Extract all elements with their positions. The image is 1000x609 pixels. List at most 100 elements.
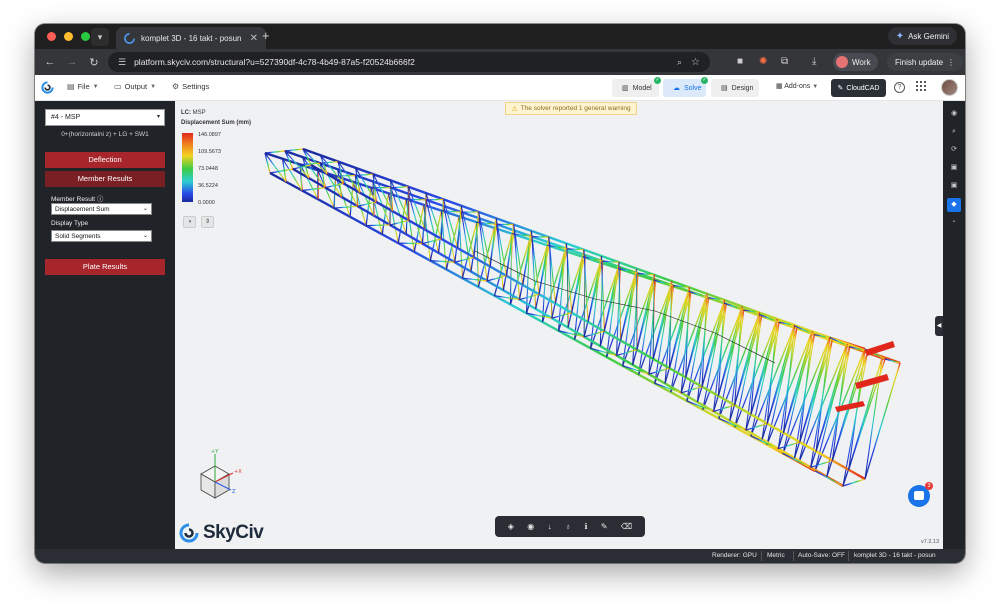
visibility-layers-icon[interactable]: ◈ bbox=[508, 522, 514, 531]
zoom-icon[interactable]: ⌕ bbox=[677, 57, 682, 68]
legend-sort-icon[interactable]: ⇕ bbox=[201, 216, 214, 228]
truss-model-render bbox=[264, 147, 901, 488]
deflection-button[interactable]: Deflection bbox=[45, 152, 165, 168]
chevron-down-icon: ▼ bbox=[92, 83, 99, 90]
units-status[interactable]: Metric bbox=[767, 552, 785, 559]
truss-member bbox=[264, 150, 286, 154]
info-icon[interactable]: ⓘ bbox=[97, 196, 104, 203]
more-vert-icon: ⋮ bbox=[947, 57, 956, 67]
close-tab-icon[interactable]: ✕ bbox=[250, 33, 258, 44]
bulb-icon[interactable]: ♁ bbox=[565, 522, 571, 531]
skyciv-app: ▤ File ▼ ▭ Output ▼ ⚙ Settings ▥ Model ✓… bbox=[35, 75, 965, 563]
file-menu[interactable]: ▤ File ▼ bbox=[67, 82, 99, 91]
model-label: Model bbox=[632, 84, 652, 92]
truss-member bbox=[718, 314, 760, 419]
version-label: v7.2.13 bbox=[921, 539, 940, 545]
warning-text: The solver reported 1 general warning bbox=[520, 105, 631, 112]
model-mode-button[interactable]: ▥ Model ✓ bbox=[612, 77, 661, 97]
tab-title: komplet 3D - 16 takt - posun bbox=[141, 33, 242, 43]
chat-support-button[interactable]: 3 bbox=[908, 482, 933, 507]
finish-update-label: Finish update bbox=[895, 57, 944, 67]
apps-grid-icon[interactable] bbox=[916, 81, 926, 91]
output-menu[interactable]: ▭ Output ▼ bbox=[114, 82, 156, 91]
extensions-puzzle-icon[interactable]: ⧉ bbox=[781, 56, 788, 67]
member-results-button[interactable]: Member Results bbox=[45, 171, 165, 187]
rotate-icon[interactable]: ⟳ bbox=[947, 143, 961, 157]
forward-icon[interactable]: → bbox=[61, 56, 83, 68]
addons-menu[interactable]: ▦ Add-ons ▼ bbox=[776, 82, 818, 90]
eye-icon[interactable]: ◉ bbox=[527, 522, 534, 531]
screenshot-icon[interactable]: ▣ bbox=[947, 179, 961, 193]
url-text: platform.skyciv.com/structural?u=527390d… bbox=[134, 57, 415, 67]
help-icon[interactable]: ? bbox=[894, 82, 905, 93]
truss-member bbox=[734, 314, 760, 428]
address-bar[interactable]: ☰ platform.skyciv.com/structural?u=52739… bbox=[108, 52, 710, 72]
claude-extension-icon[interactable]: ✺ bbox=[759, 56, 767, 67]
member-results-panel: Member Result ⓘ Displacement Sum ⌄ Displ… bbox=[45, 189, 165, 253]
browser-toolbar: ← → ↻ ☰ platform.skyciv.com/structural?u… bbox=[35, 49, 965, 75]
search-icon[interactable]: ⌕ bbox=[947, 125, 961, 139]
skyciv-logo-icon[interactable] bbox=[41, 81, 54, 94]
truss-member bbox=[370, 187, 383, 235]
settings-menu[interactable]: ⚙ Settings bbox=[172, 82, 209, 91]
skyciv-wordmark: SkyCiv bbox=[203, 522, 264, 543]
finish-update-button[interactable]: Finish update ⋮ bbox=[887, 53, 964, 71]
download-icon[interactable]: ⤓ bbox=[812, 56, 816, 67]
more-chevron-icon[interactable]: ⌄ bbox=[947, 214, 961, 228]
collapse-right-panel-icon[interactable]: ◀ bbox=[935, 316, 943, 336]
file-icon: ▤ bbox=[67, 82, 75, 91]
truss-member bbox=[864, 356, 883, 480]
truss-member bbox=[652, 281, 673, 360]
tab-search-chevron-icon[interactable]: ▾ bbox=[91, 28, 109, 46]
profile-chip[interactable]: Work bbox=[833, 53, 878, 71]
pencil-icon[interactable]: ✎ bbox=[601, 522, 608, 531]
load-case-select[interactable]: #4 - MSP ▾ bbox=[45, 109, 165, 126]
design-label: Design bbox=[731, 84, 754, 92]
legend-tick: 109.5673 bbox=[198, 149, 221, 155]
document-icon: ▤ bbox=[721, 85, 728, 92]
monitor-icon: ▭ bbox=[114, 82, 122, 91]
info-icon[interactable]: ℹ bbox=[584, 522, 587, 531]
legend-settings-icon[interactable]: ◑ bbox=[183, 216, 196, 228]
browser-tab-active[interactable]: komplet 3D - 16 takt - posun ✕ bbox=[116, 27, 266, 49]
display-type-select[interactable]: Solid Segments ⌄ bbox=[51, 230, 152, 242]
truss-member bbox=[389, 219, 409, 226]
back-icon[interactable]: ← bbox=[39, 56, 61, 68]
member-result-select[interactable]: Displacement Sum ⌄ bbox=[51, 203, 152, 215]
bookmark-star-icon[interactable]: ☆ bbox=[691, 57, 700, 68]
maximize-window-button[interactable] bbox=[81, 32, 90, 41]
cloudcad-button[interactable]: ✎ CloudCAD bbox=[831, 79, 886, 97]
solver-warning-banner[interactable]: ⚠ The solver reported 1 general warning bbox=[505, 102, 637, 115]
legend-tick-min: 0.0000 bbox=[198, 200, 215, 206]
extension-icon[interactable]: ■ bbox=[737, 56, 743, 67]
camera-icon[interactable]: ▣ bbox=[947, 161, 961, 175]
3d-viewport[interactable]: ⚠ The solver reported 1 general warning … bbox=[175, 101, 943, 549]
user-avatar[interactable] bbox=[941, 79, 958, 96]
legend-tick: 36.5224 bbox=[198, 183, 218, 189]
ask-gemini-button[interactable]: ✦ Ask Gemini bbox=[887, 27, 957, 45]
new-tab-icon[interactable]: + bbox=[262, 28, 270, 44]
view-cube-icon[interactable]: ◆ bbox=[947, 198, 961, 212]
minimize-window-button[interactable] bbox=[64, 32, 73, 41]
solve-mode-button[interactable]: ☁ Solve ✓ bbox=[663, 77, 708, 97]
plate-results-button[interactable]: Plate Results bbox=[45, 259, 165, 275]
truss-member bbox=[638, 285, 672, 375]
profile-label: Work bbox=[852, 57, 871, 67]
eraser-icon[interactable]: ⌫ bbox=[621, 522, 632, 531]
window-controls bbox=[47, 32, 90, 41]
ask-gemini-label: Ask Gemini bbox=[908, 31, 949, 41]
skyciv-favicon-icon bbox=[124, 32, 135, 44]
autosave-status[interactable]: Auto-Save: OFF bbox=[798, 552, 845, 559]
display-type-label: Display Type bbox=[51, 220, 89, 227]
truss-member bbox=[551, 312, 572, 319]
truss-member bbox=[366, 224, 391, 227]
close-window-button[interactable] bbox=[47, 32, 56, 41]
design-mode-button[interactable]: ▤ Design bbox=[711, 79, 759, 97]
reload-icon[interactable]: ↻ bbox=[83, 56, 105, 69]
site-info-icon[interactable]: ☰ bbox=[118, 57, 126, 68]
arrow-down-icon[interactable]: ↓ bbox=[548, 522, 552, 531]
eye-view-icon[interactable]: ◉ bbox=[947, 107, 961, 121]
truss-member bbox=[606, 273, 637, 358]
truss-member bbox=[424, 193, 427, 230]
axis-orientation-cube[interactable]: +Y +X Z bbox=[193, 446, 243, 508]
